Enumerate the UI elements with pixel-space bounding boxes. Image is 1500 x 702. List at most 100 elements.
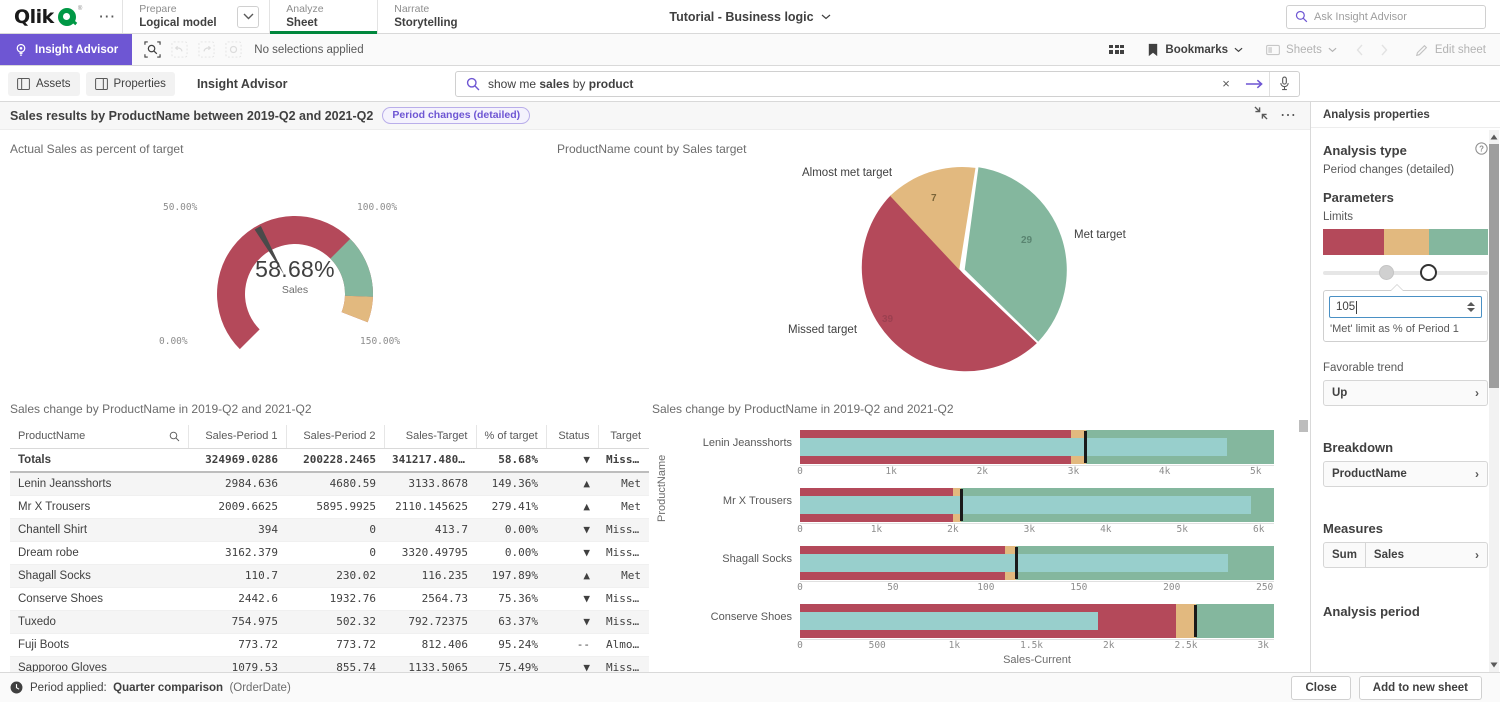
bullet-axis: 05001k1.5k2k2.5k3k bbox=[800, 640, 1274, 654]
bullet-group[interactable]: Mr X Trousers01k2k3k4k5k6k bbox=[652, 484, 1292, 541]
properties-scrollbar[interactable] bbox=[1489, 130, 1499, 672]
column-header-target[interactable]: Sales-Target bbox=[384, 425, 476, 449]
search-mid: by bbox=[569, 77, 588, 91]
more-options-icon[interactable]: ⋯ bbox=[1280, 112, 1296, 120]
spacer-1 bbox=[1323, 342, 1488, 362]
ellipsis-icon[interactable]: ⋯ bbox=[92, 0, 122, 33]
sheets-button[interactable]: Sheets bbox=[1255, 34, 1348, 65]
spacer-2 bbox=[1323, 410, 1488, 436]
bullet-chart[interactable]: ProductName Sales-Current Lenin Jeanssho… bbox=[652, 426, 1292, 664]
submit-arrow-icon[interactable] bbox=[1239, 78, 1269, 90]
table-row[interactable]: Dream robe3162.37903320.497950.00%▼Misse… bbox=[10, 542, 649, 565]
bullet-group[interactable]: Shagall Socks050100150200250 bbox=[652, 542, 1292, 599]
cell-pct: 197.89% bbox=[476, 565, 546, 588]
table-row[interactable]: Tuxedo754.975502.32792.7237563.37%▼Misse… bbox=[10, 611, 649, 634]
column-header-status[interactable]: Status bbox=[546, 425, 598, 449]
ask-placeholder: Ask Insight Advisor bbox=[1314, 11, 1407, 23]
gauge-tick-150: 150.00% bbox=[360, 336, 400, 347]
properties-button[interactable]: Properties bbox=[86, 72, 175, 96]
cell-period1: 2442.6 bbox=[188, 588, 286, 611]
gauge-tick-100: 100.00% bbox=[357, 202, 397, 213]
slider-knob-upper[interactable] bbox=[1420, 264, 1437, 281]
properties-scrollbar-thumb[interactable] bbox=[1489, 144, 1499, 388]
limits-segment-missed bbox=[1323, 229, 1384, 255]
qlik-logo[interactable]: Qlik ® bbox=[0, 0, 92, 33]
assets-button[interactable]: Assets bbox=[8, 72, 80, 96]
favorable-trend-selector[interactable]: Up › bbox=[1323, 380, 1488, 406]
nav-analyze[interactable]: Analyze Sheet bbox=[269, 0, 377, 33]
measure-selector[interactable]: Sum Sales › bbox=[1323, 542, 1488, 568]
column-header-period1[interactable]: Sales-Period 1 bbox=[188, 425, 286, 449]
bullet-chart-scrollbar[interactable] bbox=[1299, 420, 1308, 632]
cell-target: 3133.8678 bbox=[384, 472, 476, 496]
column-header-pct-of-target[interactable]: % of target bbox=[476, 425, 546, 449]
insight-advisor-search-input[interactable]: show me sales by product × bbox=[455, 71, 1300, 97]
app-grid-icon bbox=[1109, 45, 1124, 54]
bullet-group-label: Lenin Jeansshorts bbox=[652, 437, 792, 449]
chevron-down-icon[interactable] bbox=[237, 6, 259, 28]
clear-search-icon[interactable]: × bbox=[1213, 76, 1239, 91]
bullet-group[interactable]: Lenin Jeansshorts01k2k3k4k5k bbox=[652, 426, 1292, 483]
bullet-target-marker bbox=[960, 489, 963, 521]
period-applied-prefix: Period applied: bbox=[30, 682, 107, 694]
help-circle-icon[interactable]: ? bbox=[1475, 142, 1488, 158]
cell-target-status: Met bbox=[598, 472, 649, 496]
scroll-up-icon[interactable] bbox=[1489, 130, 1499, 144]
cell-period1: 773.72 bbox=[188, 634, 286, 657]
bookmarks-button[interactable]: Bookmarks bbox=[1136, 34, 1254, 65]
cell-status: ▼ bbox=[546, 542, 598, 565]
top-navigation-bar: Qlik ® ⋯ Prepare Logical model Analyze S… bbox=[0, 0, 1500, 34]
search-icon bbox=[456, 77, 488, 91]
close-button[interactable]: Close bbox=[1291, 676, 1350, 700]
table-row[interactable]: Mr X Trousers2009.66255895.99252110.1456… bbox=[10, 496, 649, 519]
nav-narrate-value: Storytelling bbox=[394, 16, 469, 30]
selection-status-text: No selections applied bbox=[254, 44, 363, 56]
gauge-chart[interactable]: 0.00% 50.00% 100.00% 150.00% 58.68% Sale… bbox=[165, 164, 425, 364]
column-header-target-status[interactable]: Target bbox=[598, 425, 649, 449]
cell-period2: 0 bbox=[286, 519, 384, 542]
table-row[interactable]: Lenin Jeansshorts2984.6364680.593133.867… bbox=[10, 472, 649, 496]
scrollbar-thumb[interactable] bbox=[1299, 420, 1308, 432]
breakdown-selector[interactable]: ProductName › bbox=[1323, 461, 1488, 487]
cell-pct: 0.00% bbox=[476, 519, 546, 542]
app-title[interactable]: Tutorial - Business logic bbox=[669, 10, 813, 24]
search-query-text: show me sales by product bbox=[488, 77, 1213, 91]
pie-chart[interactable]: Almost met target 7 Met target 29 Missed… bbox=[797, 164, 1297, 394]
insight-advisor-tab[interactable]: Insight Advisor bbox=[0, 34, 132, 65]
column-header-period2[interactable]: Sales-Period 2 bbox=[286, 425, 384, 449]
cell-target-status: Met bbox=[598, 496, 649, 519]
nav-narrate[interactable]: Narrate Storytelling bbox=[377, 0, 485, 33]
table-row[interactable]: Fuji Boots773.72773.72812.40695.24%--Alm… bbox=[10, 634, 649, 657]
collapse-icon[interactable] bbox=[1254, 106, 1268, 125]
gauge-measure-name: Sales bbox=[165, 284, 425, 296]
bookmarks-chevron-down-icon bbox=[1234, 47, 1243, 53]
add-to-new-sheet-button[interactable]: Add to new sheet bbox=[1359, 676, 1482, 700]
totals-label: Totals bbox=[10, 449, 188, 473]
table-row[interactable]: Chantell Shirt3940413.70.00%▼Missed bbox=[10, 519, 649, 542]
edit-sheet-button[interactable]: Edit sheet bbox=[1405, 34, 1500, 65]
slider-knob-lower[interactable] bbox=[1379, 265, 1394, 280]
selections-tool-icon[interactable] bbox=[140, 38, 164, 62]
scroll-down-icon[interactable] bbox=[1489, 658, 1499, 672]
table-row[interactable]: Conserve Shoes2442.61932.762564.7375.36%… bbox=[10, 588, 649, 611]
nav-prepare[interactable]: Prepare Logical model bbox=[123, 3, 231, 30]
totals-period1: 324969.0286 bbox=[188, 449, 286, 473]
ask-insight-advisor-input[interactable]: Ask Insight Advisor bbox=[1286, 5, 1486, 29]
table-row[interactable]: Shagall Socks110.7230.02116.235197.89%▲M… bbox=[10, 565, 649, 588]
spinner-arrows[interactable] bbox=[1467, 302, 1475, 312]
column-search-icon[interactable] bbox=[169, 431, 180, 445]
microphone-icon[interactable] bbox=[1269, 72, 1299, 96]
app-grid-button[interactable] bbox=[1098, 34, 1135, 65]
bullet-range-almost bbox=[1176, 604, 1196, 638]
nav-prepare-value: Logical model bbox=[139, 16, 223, 30]
limit-value-input[interactable]: 105 bbox=[1329, 296, 1482, 318]
analysis-properties-header: Analysis properties bbox=[1311, 102, 1500, 128]
cell-target: 792.72375 bbox=[384, 611, 476, 634]
bullet-group[interactable]: Conserve Shoes05001k1.5k2k2.5k3k bbox=[652, 600, 1292, 657]
cell-pct: 95.24% bbox=[476, 634, 546, 657]
column-header-productname[interactable]: ProductName bbox=[10, 425, 188, 449]
limits-slider[interactable] bbox=[1323, 262, 1488, 284]
bullet-track bbox=[800, 430, 1274, 464]
measures-heading: Measures bbox=[1323, 521, 1488, 536]
table-row[interactable]: Sapporoo Gloves1079.53855.741133.506575.… bbox=[10, 657, 649, 673]
